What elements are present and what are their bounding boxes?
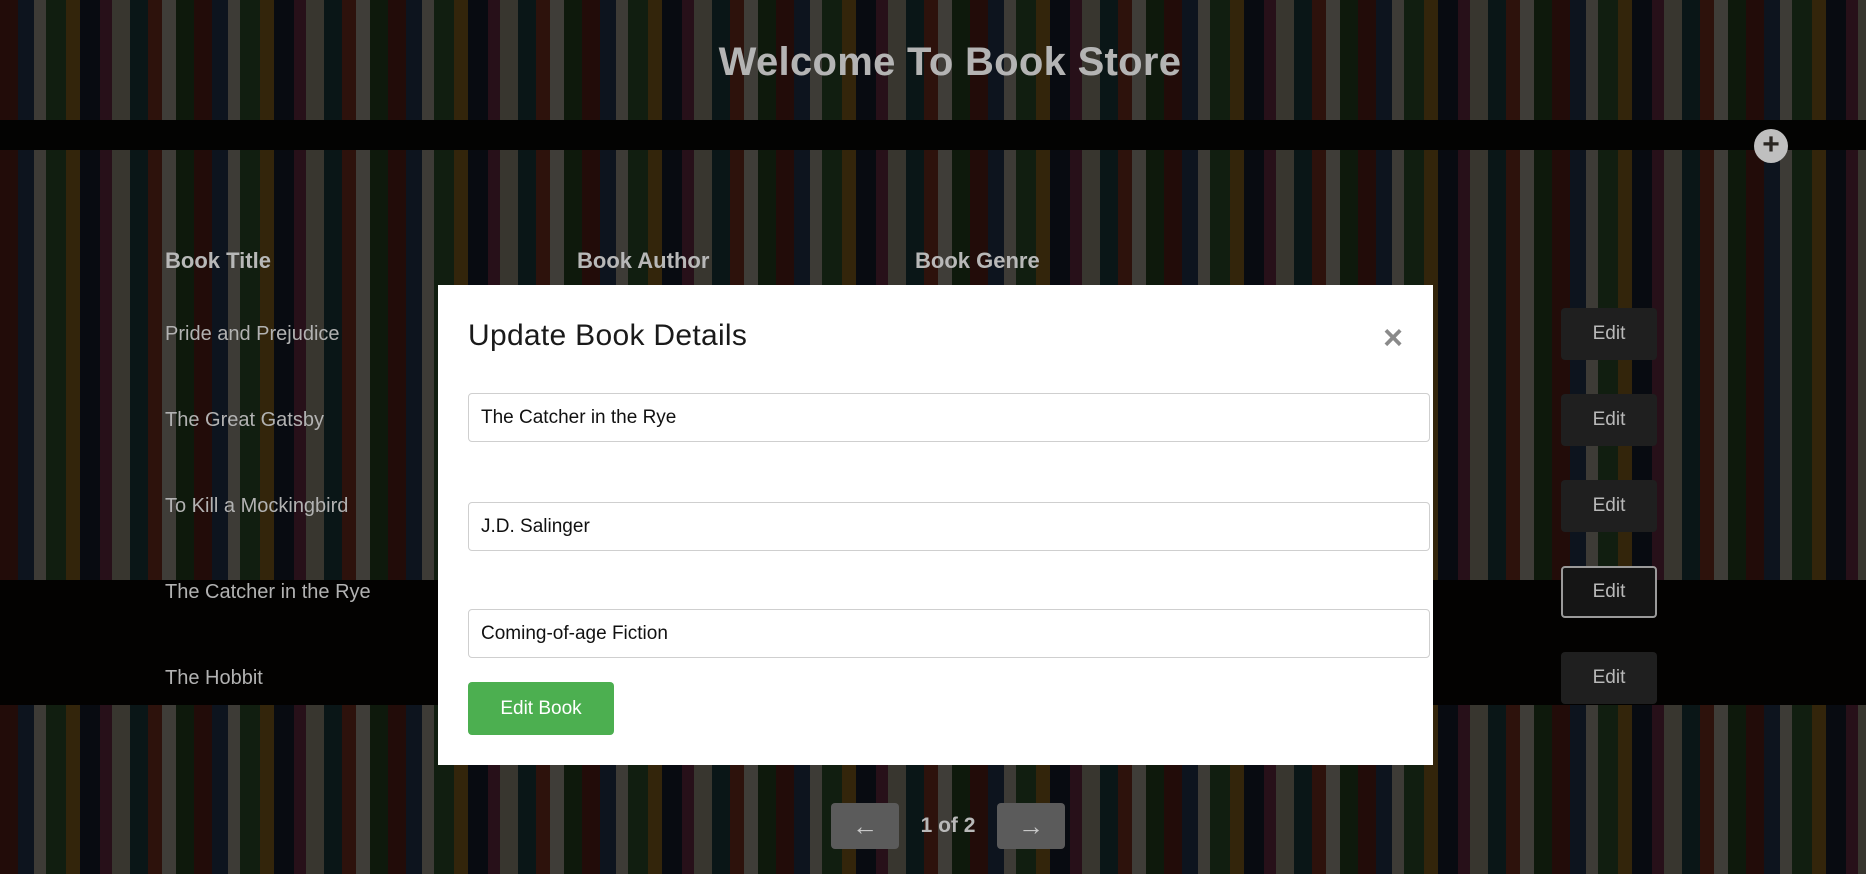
book-store-page: Welcome To Book Store + Book Title Book … (0, 0, 1866, 874)
arrow-right-icon: → (1018, 810, 1044, 841)
book-title-cell: To Kill a Mockingbird (165, 495, 349, 517)
book-title-cell: The Great Gatsby (165, 409, 324, 431)
add-book-button[interactable]: + (1754, 129, 1788, 163)
edit-book-button[interactable]: Edit (1561, 480, 1657, 532)
page-title: Welcome To Book Store (718, 40, 1182, 84)
modal-title: Update Book Details (468, 319, 748, 352)
edit-book-button[interactable]: Edit (1561, 652, 1657, 704)
column-header-title: Book Title (165, 248, 271, 273)
book-title-cell: Pride and Prejudice (165, 323, 340, 345)
edit-book-submit-button[interactable]: Edit Book (468, 682, 614, 735)
edit-book-button[interactable]: Edit (1561, 394, 1657, 446)
book-title-input[interactable] (468, 393, 1430, 442)
book-title-cell: The Catcher in the Rye (165, 581, 371, 603)
close-modal-button[interactable]: × (1378, 321, 1408, 355)
edit-book-button[interactable]: Edit (1561, 308, 1657, 360)
book-genre-input[interactable] (468, 609, 1430, 658)
pagination: ← 1 of 2 → (831, 803, 1065, 849)
book-author-input[interactable] (468, 502, 1430, 551)
next-page-button[interactable]: → (997, 803, 1065, 849)
arrow-left-icon: ← (852, 810, 878, 841)
close-icon: × (1383, 319, 1403, 357)
update-book-modal: Update Book Details × Edit Book (438, 285, 1433, 765)
plus-circle-icon: + (1762, 128, 1780, 161)
page-indicator: 1 of 2 (920, 814, 976, 837)
column-header-genre: Book Genre (915, 248, 1040, 273)
edit-book-button[interactable]: Edit (1561, 566, 1657, 618)
column-header-author: Book Author (577, 248, 710, 273)
previous-page-button[interactable]: ← (831, 803, 899, 849)
book-title-cell: The Hobbit (165, 667, 263, 689)
